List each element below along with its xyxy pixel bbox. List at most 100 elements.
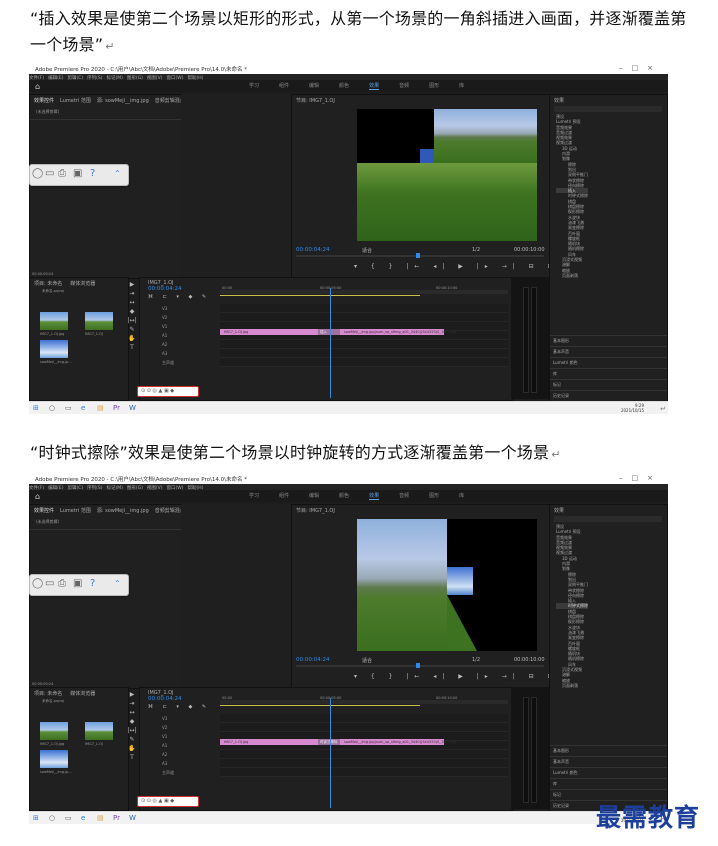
tools-panel[interactable]: ▶ ⇥ ↔ ◆ |↔| ✎ ✋ T xyxy=(127,690,137,762)
workspace-tab[interactable]: 音频 xyxy=(399,493,409,499)
sequence-timecode[interactable]: 00:00:04:24 xyxy=(148,696,182,702)
track-lane[interactable] xyxy=(220,313,508,322)
work-area-bar[interactable] xyxy=(220,705,420,706)
clip-a[interactable]: IMG7_1.OJ.jpg xyxy=(220,329,320,335)
collapse-icon[interactable]: ⌃ xyxy=(114,579,121,588)
program-tab[interactable]: 节目: IMG7_1.OJ xyxy=(296,97,335,104)
workspace-tab[interactable]: 效果 xyxy=(369,83,380,90)
track-lane[interactable] xyxy=(220,768,508,777)
word-icon[interactable]: W xyxy=(129,404,136,412)
search-icon[interactable]: ○ xyxy=(49,404,55,412)
monitor-playhead[interactable] xyxy=(416,253,420,258)
panel-section[interactable]: Lumetri 颜色 xyxy=(550,767,667,777)
start-icon[interactable]: ⊞ xyxy=(33,404,39,412)
help-icon[interactable]: ? xyxy=(90,578,95,589)
media-thumbnail-2[interactable] xyxy=(85,312,113,330)
program-timecode[interactable]: 00:00:04:24 xyxy=(296,247,330,253)
home-icon[interactable]: ⌂ xyxy=(35,492,40,501)
source-tab[interactable]: 效果控件 xyxy=(34,98,54,104)
panel-section[interactable]: 历史记录 xyxy=(550,390,667,400)
print-icon[interactable]: ⎙ xyxy=(58,168,66,179)
media-thumbnail-1[interactable] xyxy=(40,312,68,330)
fit-dropdown[interactable]: 适合 xyxy=(362,247,372,254)
save-icon[interactable]: ▣ xyxy=(73,578,82,589)
media-thumbnail-1[interactable] xyxy=(40,722,68,740)
effects-tab[interactable]: 效果 xyxy=(554,97,564,104)
capture-toolbar[interactable]: ◯ ▭ ⎙ ▣ ? ⌃ xyxy=(29,574,129,596)
effects-tab[interactable]: 效果 xyxy=(554,507,564,514)
project-panel-tabs[interactable]: 项目: 未命名 媒体浏览器 xyxy=(34,280,103,287)
resolution-dropdown[interactable]: 1/2 xyxy=(472,247,480,253)
start-icon[interactable]: ⊞ xyxy=(33,814,39,822)
track-lane[interactable] xyxy=(220,714,508,723)
source-tab[interactable]: Lumetri 范围 xyxy=(60,508,91,514)
edge-icon[interactable]: e xyxy=(81,814,85,822)
save-icon[interactable]: ▣ xyxy=(73,168,82,179)
project-tab[interactable]: 项目: 未命名 xyxy=(34,281,62,287)
explorer-icon[interactable]: ▤ xyxy=(97,814,104,822)
source-tab[interactable]: 源: sowMeji__img.jpg xyxy=(97,98,149,104)
window-controls[interactable]: –□× xyxy=(619,64,662,72)
workspace-tab[interactable]: 音频 xyxy=(399,83,409,89)
project-tab[interactable]: 媒体浏览器 xyxy=(70,281,95,287)
workspace-tab[interactable]: 颜色 xyxy=(339,493,349,499)
monitor-scrubber[interactable] xyxy=(296,665,544,667)
capture-bottom-bar[interactable]: ⊙ ⊙ ◎ ▲ ▣ ◆ xyxy=(137,386,199,397)
cursor-icon[interactable]: ◯ xyxy=(32,578,43,589)
timeline-tools[interactable]: ⌘ ⊏ ▾ ◆ ✎ xyxy=(148,294,210,300)
media-thumbnail-3[interactable] xyxy=(40,340,68,358)
transition-clip[interactable]: 时钟式擦除 xyxy=(318,739,340,745)
edge-icon[interactable]: e xyxy=(81,404,85,412)
media-thumbnail-2[interactable] xyxy=(85,722,113,740)
workspace-tab[interactable]: 组件 xyxy=(279,493,289,499)
track-lane[interactable] xyxy=(220,750,508,759)
hand-icon[interactable]: ▭ xyxy=(45,578,54,589)
clip-a[interactable]: IMG7_1.OJ.jpg xyxy=(220,739,320,745)
workspace-tab[interactable]: 颜色 xyxy=(339,83,349,89)
timeline-tools[interactable]: ⌘ ⊏ ▾ ◆ ✎ xyxy=(148,704,210,710)
panel-section[interactable]: 基本图形 xyxy=(550,745,667,755)
project-tab[interactable]: 项目: 未命名 xyxy=(34,691,62,697)
taskview-icon[interactable]: ▭ xyxy=(65,814,72,822)
home-icon[interactable]: ⌂ xyxy=(35,82,40,91)
project-panel-tabs[interactable]: 项目: 未命名 媒体浏览器 xyxy=(34,690,103,697)
source-tab[interactable]: Lumetri 范围 xyxy=(60,98,91,104)
media-thumbnail-3[interactable] xyxy=(40,750,68,768)
capture-bottom-bar[interactable]: ⊙ ⊙ ◎ ▲ ▣ ◆ xyxy=(137,796,199,807)
effects-tree-item[interactable]: 页面剥落 xyxy=(556,683,588,688)
tools-panel[interactable]: ▶ ⇥ ↔ ◆ |↔| ✎ ✋ T xyxy=(127,280,137,352)
resolution-dropdown[interactable]: 1/2 xyxy=(472,657,480,663)
effects-search[interactable] xyxy=(554,106,662,112)
workspace-tab[interactable]: 图形 xyxy=(429,493,439,499)
panel-section[interactable]: 基本声音 xyxy=(550,756,667,766)
help-icon[interactable]: ? xyxy=(90,168,95,179)
effects-search[interactable] xyxy=(554,516,662,522)
workspace-tab[interactable]: 库 xyxy=(459,493,464,499)
workspace-tab[interactable]: 学习 xyxy=(249,493,259,499)
cursor-icon[interactable]: ◯ xyxy=(32,168,43,179)
track-lane[interactable] xyxy=(220,304,508,313)
panel-section[interactable]: 库 xyxy=(550,368,667,378)
time-ruler[interactable] xyxy=(220,700,508,704)
window-controls[interactable]: –□× xyxy=(619,474,662,482)
track-lane[interactable] xyxy=(220,759,508,768)
taskview-icon[interactable]: ▭ xyxy=(65,404,72,412)
panel-section[interactable]: Lumetri 颜色 xyxy=(550,357,667,367)
timeline-playhead[interactable] xyxy=(330,288,331,398)
premiere-icon[interactable]: Pr xyxy=(113,404,120,412)
workspace-tab[interactable]: 效果 xyxy=(369,493,380,500)
panel-section[interactable]: 库 xyxy=(550,778,667,788)
workspace-tab[interactable]: 编辑 xyxy=(309,83,319,89)
capture-toolbar[interactable]: ◯ ▭ ⎙ ▣ ? ⌃ xyxy=(29,164,129,186)
panel-section[interactable]: 基本图形 xyxy=(550,335,667,345)
hand-icon[interactable]: ▭ xyxy=(45,168,54,179)
panel-section[interactable]: 标记 xyxy=(550,379,667,389)
timeline-playhead[interactable] xyxy=(330,698,331,808)
fit-dropdown[interactable]: 适合 xyxy=(362,657,372,664)
workspace-tab[interactable]: 图形 xyxy=(429,83,439,89)
panel-section[interactable]: 基本声音 xyxy=(550,346,667,356)
track-lane[interactable] xyxy=(220,358,508,367)
track-lane[interactable] xyxy=(220,349,508,358)
workspace-tab[interactable]: 学习 xyxy=(249,83,259,89)
track-lane[interactable] xyxy=(220,340,508,349)
